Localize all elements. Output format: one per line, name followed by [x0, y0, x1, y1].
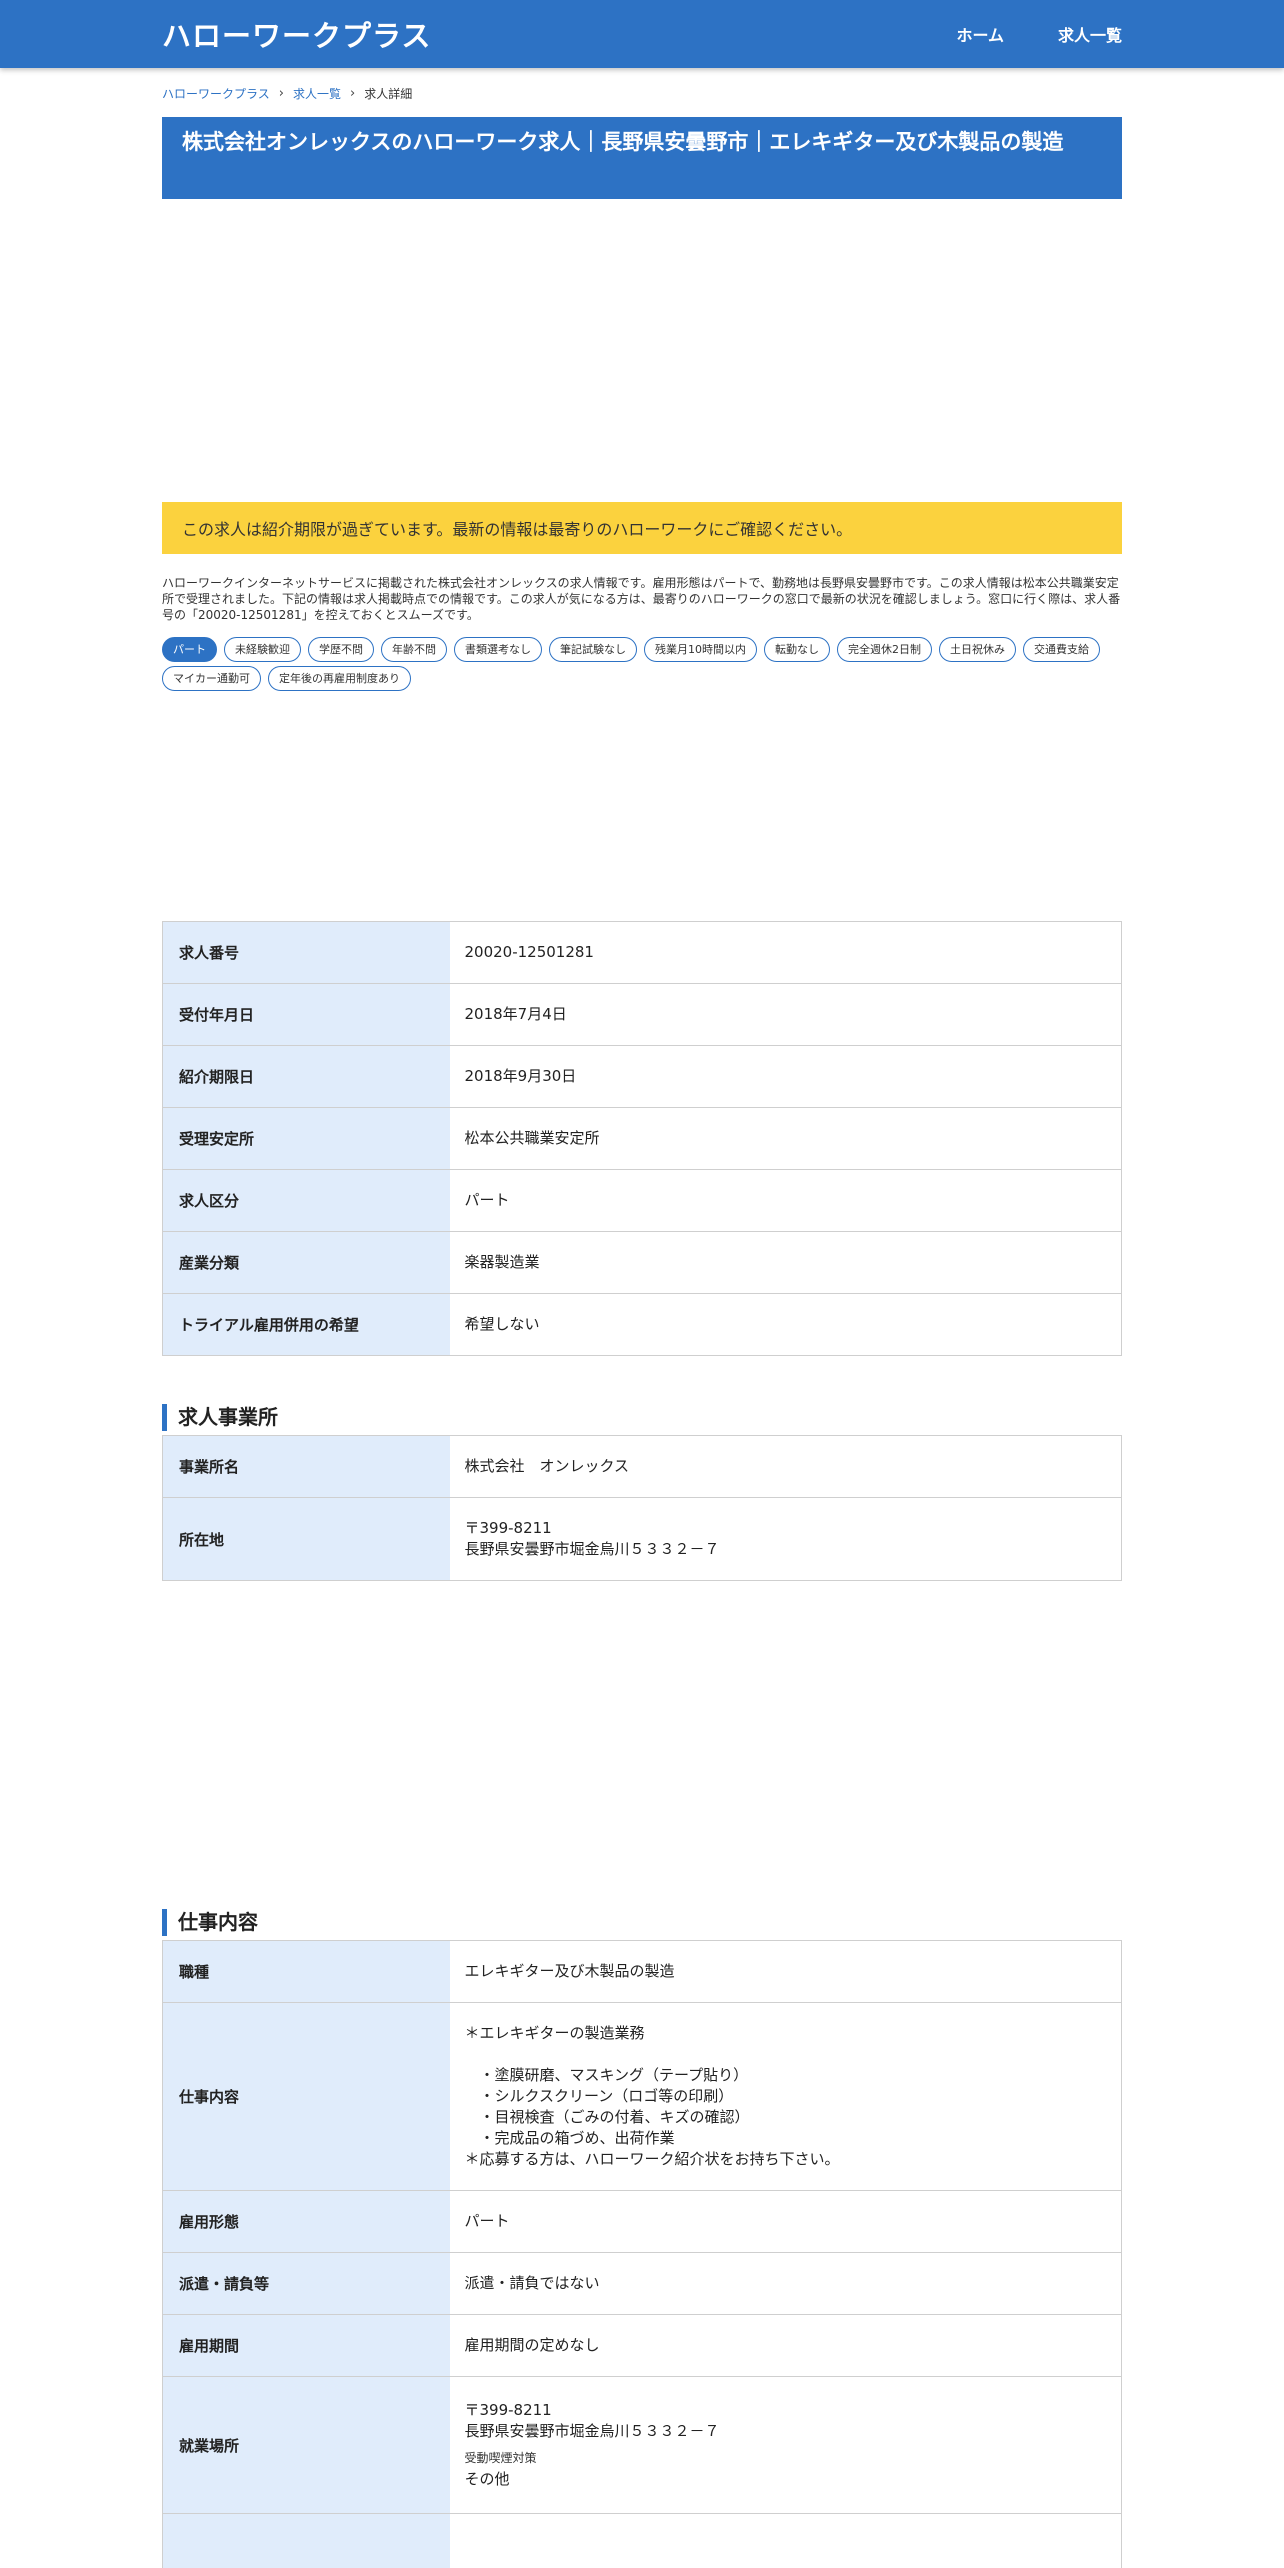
content-line: ＊エレキギターの製造業務 — [464, 2024, 645, 2042]
row-value: ＊エレキギターの製造業務 ・塗膜研磨、マスキング（テープ貼り） ・シルクスクリー… — [449, 2002, 1122, 2191]
main-nav: ホーム 求人一覧 — [956, 22, 1122, 46]
table-row: 紹介期限日 2018年9月30日 — [162, 1045, 1122, 1108]
table-row: 産業分類 楽器製造業 — [162, 1231, 1122, 1294]
ad-space — [162, 691, 1122, 921]
main-container: ハローワークプラス › 求人一覧 › 求人詳細 株式会社オンレックスのハローワー… — [162, 85, 1122, 2568]
table-row: 受理安定所 松本公共職業安定所 — [162, 1107, 1122, 1170]
tag-overtime-under-10h[interactable]: 残業月10時間以内 — [644, 637, 757, 662]
row-label: 受理安定所 — [162, 1107, 450, 1170]
row-value: 2018年9月30日 — [449, 1045, 1122, 1108]
row-label: 紹介期限日 — [162, 1045, 450, 1108]
row-value: 楽器製造業 — [449, 1231, 1122, 1294]
tag-no-document-screening[interactable]: 書類選考なし — [454, 637, 542, 662]
smoking-label: 受動喫煙対策 — [464, 2451, 537, 2465]
row-label: 就業場所 — [162, 2376, 450, 2514]
breadcrumb: ハローワークプラス › 求人一覧 › 求人詳細 — [162, 85, 1122, 101]
nav-home-link[interactable]: ホーム — [956, 22, 1004, 46]
section-title-job: 仕事内容 — [162, 1909, 1122, 1936]
table-row: 求人区分 パート — [162, 1169, 1122, 1232]
row-label: 派遣・請負等 — [162, 2252, 450, 2315]
content-line: ＊応募する方は、ハローワーク紹介状をお持ち下さい。 — [464, 2150, 840, 2168]
tag-no-experience[interactable]: 未経験歓迎 — [224, 637, 301, 662]
row-value: パート — [449, 2190, 1122, 2253]
row-value: 派遣・請負ではない — [449, 2252, 1122, 2315]
address: 長野県安曇野市堀金烏川５３３２－７ — [464, 2422, 720, 2440]
office-info-table: 事業所名 株式会社 オンレックス 所在地 〒399-8211 長野県安曇野市堀金… — [162, 1435, 1122, 1581]
tag-no-written-test[interactable]: 筆記試験なし — [549, 637, 637, 662]
tag-part-time[interactable]: パート — [162, 637, 217, 662]
page-title-box: 株式会社オンレックスのハローワーク求人｜長野県安曇野市｜エレキギター及び木製品の… — [162, 117, 1122, 199]
expired-notice: この求人は紹介期限が過ぎています。最新の情報は最寄りのハローワークにご確認くださ… — [162, 502, 1122, 554]
ad-space — [162, 1581, 1122, 1909]
table-row: 職種 エレキギター及び木製品の製造 — [162, 1940, 1122, 2003]
ad-space — [162, 199, 1122, 502]
row-label: 求人区分 — [162, 1169, 450, 1232]
job-info-table: 職種 エレキギター及び木製品の製造 仕事内容 ＊エレキギターの製造業務 ・塗膜研… — [162, 1940, 1122, 2568]
table-row: 受付年月日 2018年7月4日 — [162, 983, 1122, 1046]
page-title: 株式会社オンレックスのハローワーク求人｜長野県安曇野市｜エレキギター及び木製品の… — [182, 130, 1064, 154]
row-label: トライアル雇用併用の希望 — [162, 1293, 450, 1356]
tag-two-days-off[interactable]: 完全週休2日制 — [837, 637, 932, 662]
row-label: 雇用形態 — [162, 2190, 450, 2253]
postal-code: 〒399-8211 — [464, 1519, 552, 1537]
row-value: 株式会社 オンレックス — [449, 1435, 1122, 1498]
row-value: 希望しない — [449, 1293, 1122, 1356]
row-value: 〒399-8211 長野県安曇野市堀金烏川５３３２－７ — [449, 1497, 1122, 1581]
tag-transport-allowance[interactable]: 交通費支給 — [1023, 637, 1100, 662]
row-label: 仕事内容 — [162, 2002, 450, 2191]
breadcrumb-list-link[interactable]: 求人一覧 — [293, 85, 341, 102]
content-line — [465, 2044, 1107, 2065]
table-row: 仕事内容 ＊エレキギターの製造業務 ・塗膜研磨、マスキング（テープ貼り） ・シル… — [162, 2002, 1122, 2191]
chevron-right-icon: › — [349, 85, 356, 101]
row-value: 2018年7月4日 — [449, 983, 1122, 1046]
table-row: 事業所名 株式会社 オンレックス — [162, 1435, 1122, 1498]
tag-list: パート 未経験歓迎 学歴不問 年齢不問 書類選考なし 筆記試験なし 残業月10時… — [162, 637, 1122, 691]
table-row: トライアル雇用併用の希望 希望しない — [162, 1293, 1122, 1356]
table-row: 求人番号 20020-12501281 — [162, 921, 1122, 984]
table-row: 所在地 〒399-8211 長野県安曇野市堀金烏川５３３２－７ — [162, 1497, 1122, 1581]
table-row: 派遣・請負等 派遣・請負ではない — [162, 2252, 1122, 2315]
row-value: 20020-12501281 — [449, 921, 1122, 984]
row-value: パート — [449, 1169, 1122, 1232]
breadcrumb-current: 求人詳細 — [364, 86, 413, 101]
tag-no-education-req[interactable]: 学歴不問 — [308, 637, 374, 662]
site-header: ハローワークプラス ホーム 求人一覧 — [0, 0, 1284, 68]
chevron-right-icon: › — [278, 85, 284, 101]
site-title-link[interactable]: ハローワークプラス — [162, 13, 431, 55]
row-label: 求人番号 — [162, 921, 450, 984]
row-label: 職種 — [162, 1940, 450, 2003]
row-label: 産業分類 — [162, 1231, 450, 1294]
row-value: エレキギター及び木製品の製造 — [449, 1940, 1122, 2003]
table-row: 雇用期間 雇用期間の定めなし — [162, 2314, 1122, 2377]
row-value: 〒399-8211 長野県安曇野市堀金烏川５３３２－７ 受動喫煙対策 その他 — [449, 2376, 1122, 2514]
tag-re-employment[interactable]: 定年後の再雇用制度あり — [268, 666, 411, 691]
row-label: 所在地 — [162, 1497, 450, 1581]
content-line: ・シルクスクリーン（ロゴ等の印刷） — [464, 2087, 734, 2105]
tag-weekends-holidays-off[interactable]: 土日祝休み — [939, 637, 1016, 662]
row-label: 受付年月日 — [162, 983, 450, 1046]
content-line: ・目視検査（ごみの付着、キズの確認） — [464, 2108, 750, 2126]
content-line: ・塗膜研磨、マスキング（テープ貼り） — [464, 2066, 749, 2084]
row-value: 雇用期間の定めなし — [449, 2314, 1122, 2377]
smoking-value: その他 — [464, 2470, 510, 2488]
tag-no-transfer[interactable]: 転勤なし — [764, 637, 830, 662]
tag-car-commute[interactable]: マイカー通勤可 — [162, 666, 261, 691]
basic-info-table: 求人番号 20020-12501281 受付年月日 2018年7月4日 紹介期限… — [162, 921, 1122, 1356]
row-label: 事業所名 — [162, 1435, 450, 1498]
breadcrumb-home-link[interactable]: ハローワークプラス — [162, 85, 270, 102]
table-row: 雇用形態 パート — [162, 2190, 1122, 2253]
row-label: 雇用期間 — [162, 2314, 450, 2377]
table-row — [162, 2513, 1122, 2568]
nav-job-list-link[interactable]: 求人一覧 — [1058, 22, 1122, 46]
table-row: 就業場所 〒399-8211 長野県安曇野市堀金烏川５３３２－７ 受動喫煙対策 … — [162, 2376, 1122, 2514]
tag-any-age[interactable]: 年齢不問 — [381, 637, 447, 662]
content-line: ・完成品の箱づめ、出荷作業 — [464, 2129, 675, 2147]
postal-code: 〒399-8211 — [464, 2401, 552, 2419]
section-title-office: 求人事業所 — [162, 1404, 1122, 1431]
row-value: 松本公共職業安定所 — [449, 1107, 1122, 1170]
address: 長野県安曇野市堀金烏川５３３２－７ — [464, 1540, 720, 1558]
intro-text: ハローワークインターネットサービスに掲載された株式会社オンレックスの求人情報です… — [162, 576, 1121, 622]
